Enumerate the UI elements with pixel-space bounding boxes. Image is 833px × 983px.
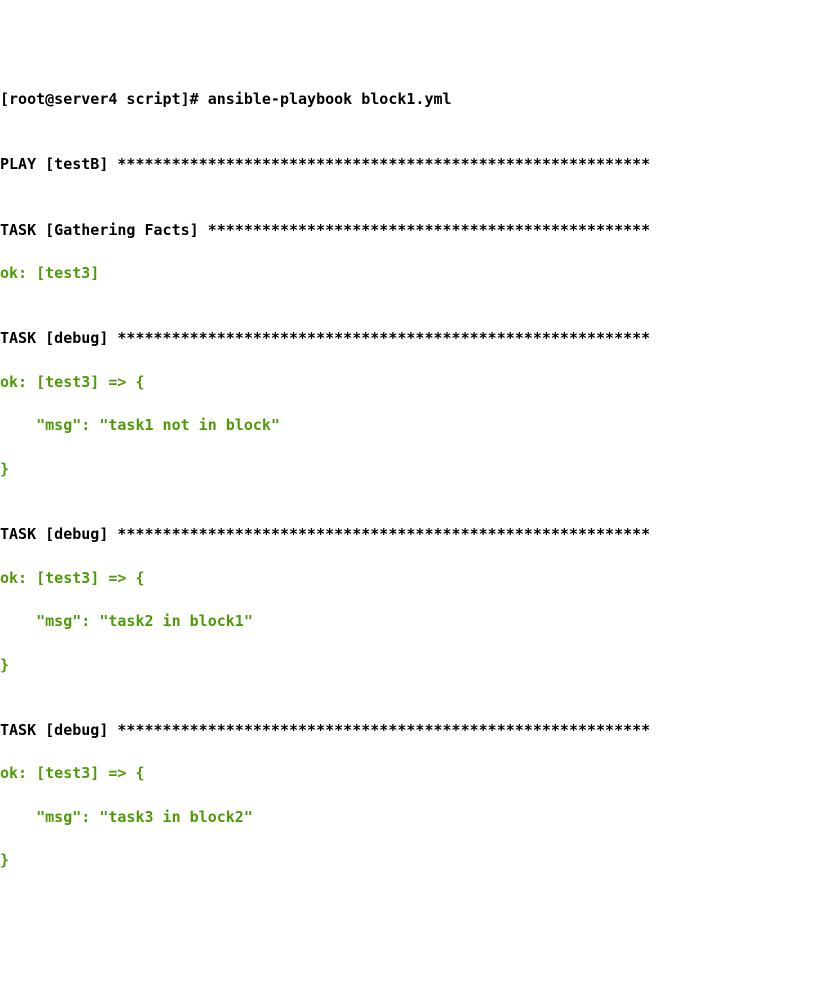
task-debug-header: TASK [debug] ***************************… (0, 328, 833, 350)
play-header: PLAY [testB] ***************************… (0, 154, 833, 176)
ok-result-open: ok: [test3] => { (0, 763, 833, 785)
msg-line: "msg": "task2 in block1" (0, 611, 833, 633)
task-gathering-header: TASK [Gathering Facts] *****************… (0, 220, 833, 242)
task-debug-header: TASK [debug] ***************************… (0, 524, 833, 546)
close-brace: } (0, 655, 833, 677)
ok-result-line: ok: [test3] (0, 263, 833, 285)
msg-line: "msg": "task1 not in block" (0, 415, 833, 437)
shell-prompt-line: [root@server4 script]# ansible-playbook … (0, 89, 833, 111)
task-debug-header: TASK [debug] ***************************… (0, 720, 833, 742)
msg-line: "msg": "task3 in block2" (0, 807, 833, 829)
ok-result-open: ok: [test3] => { (0, 372, 833, 394)
close-brace: } (0, 850, 833, 872)
ok-result-open: ok: [test3] => { (0, 568, 833, 590)
close-brace: } (0, 459, 833, 481)
